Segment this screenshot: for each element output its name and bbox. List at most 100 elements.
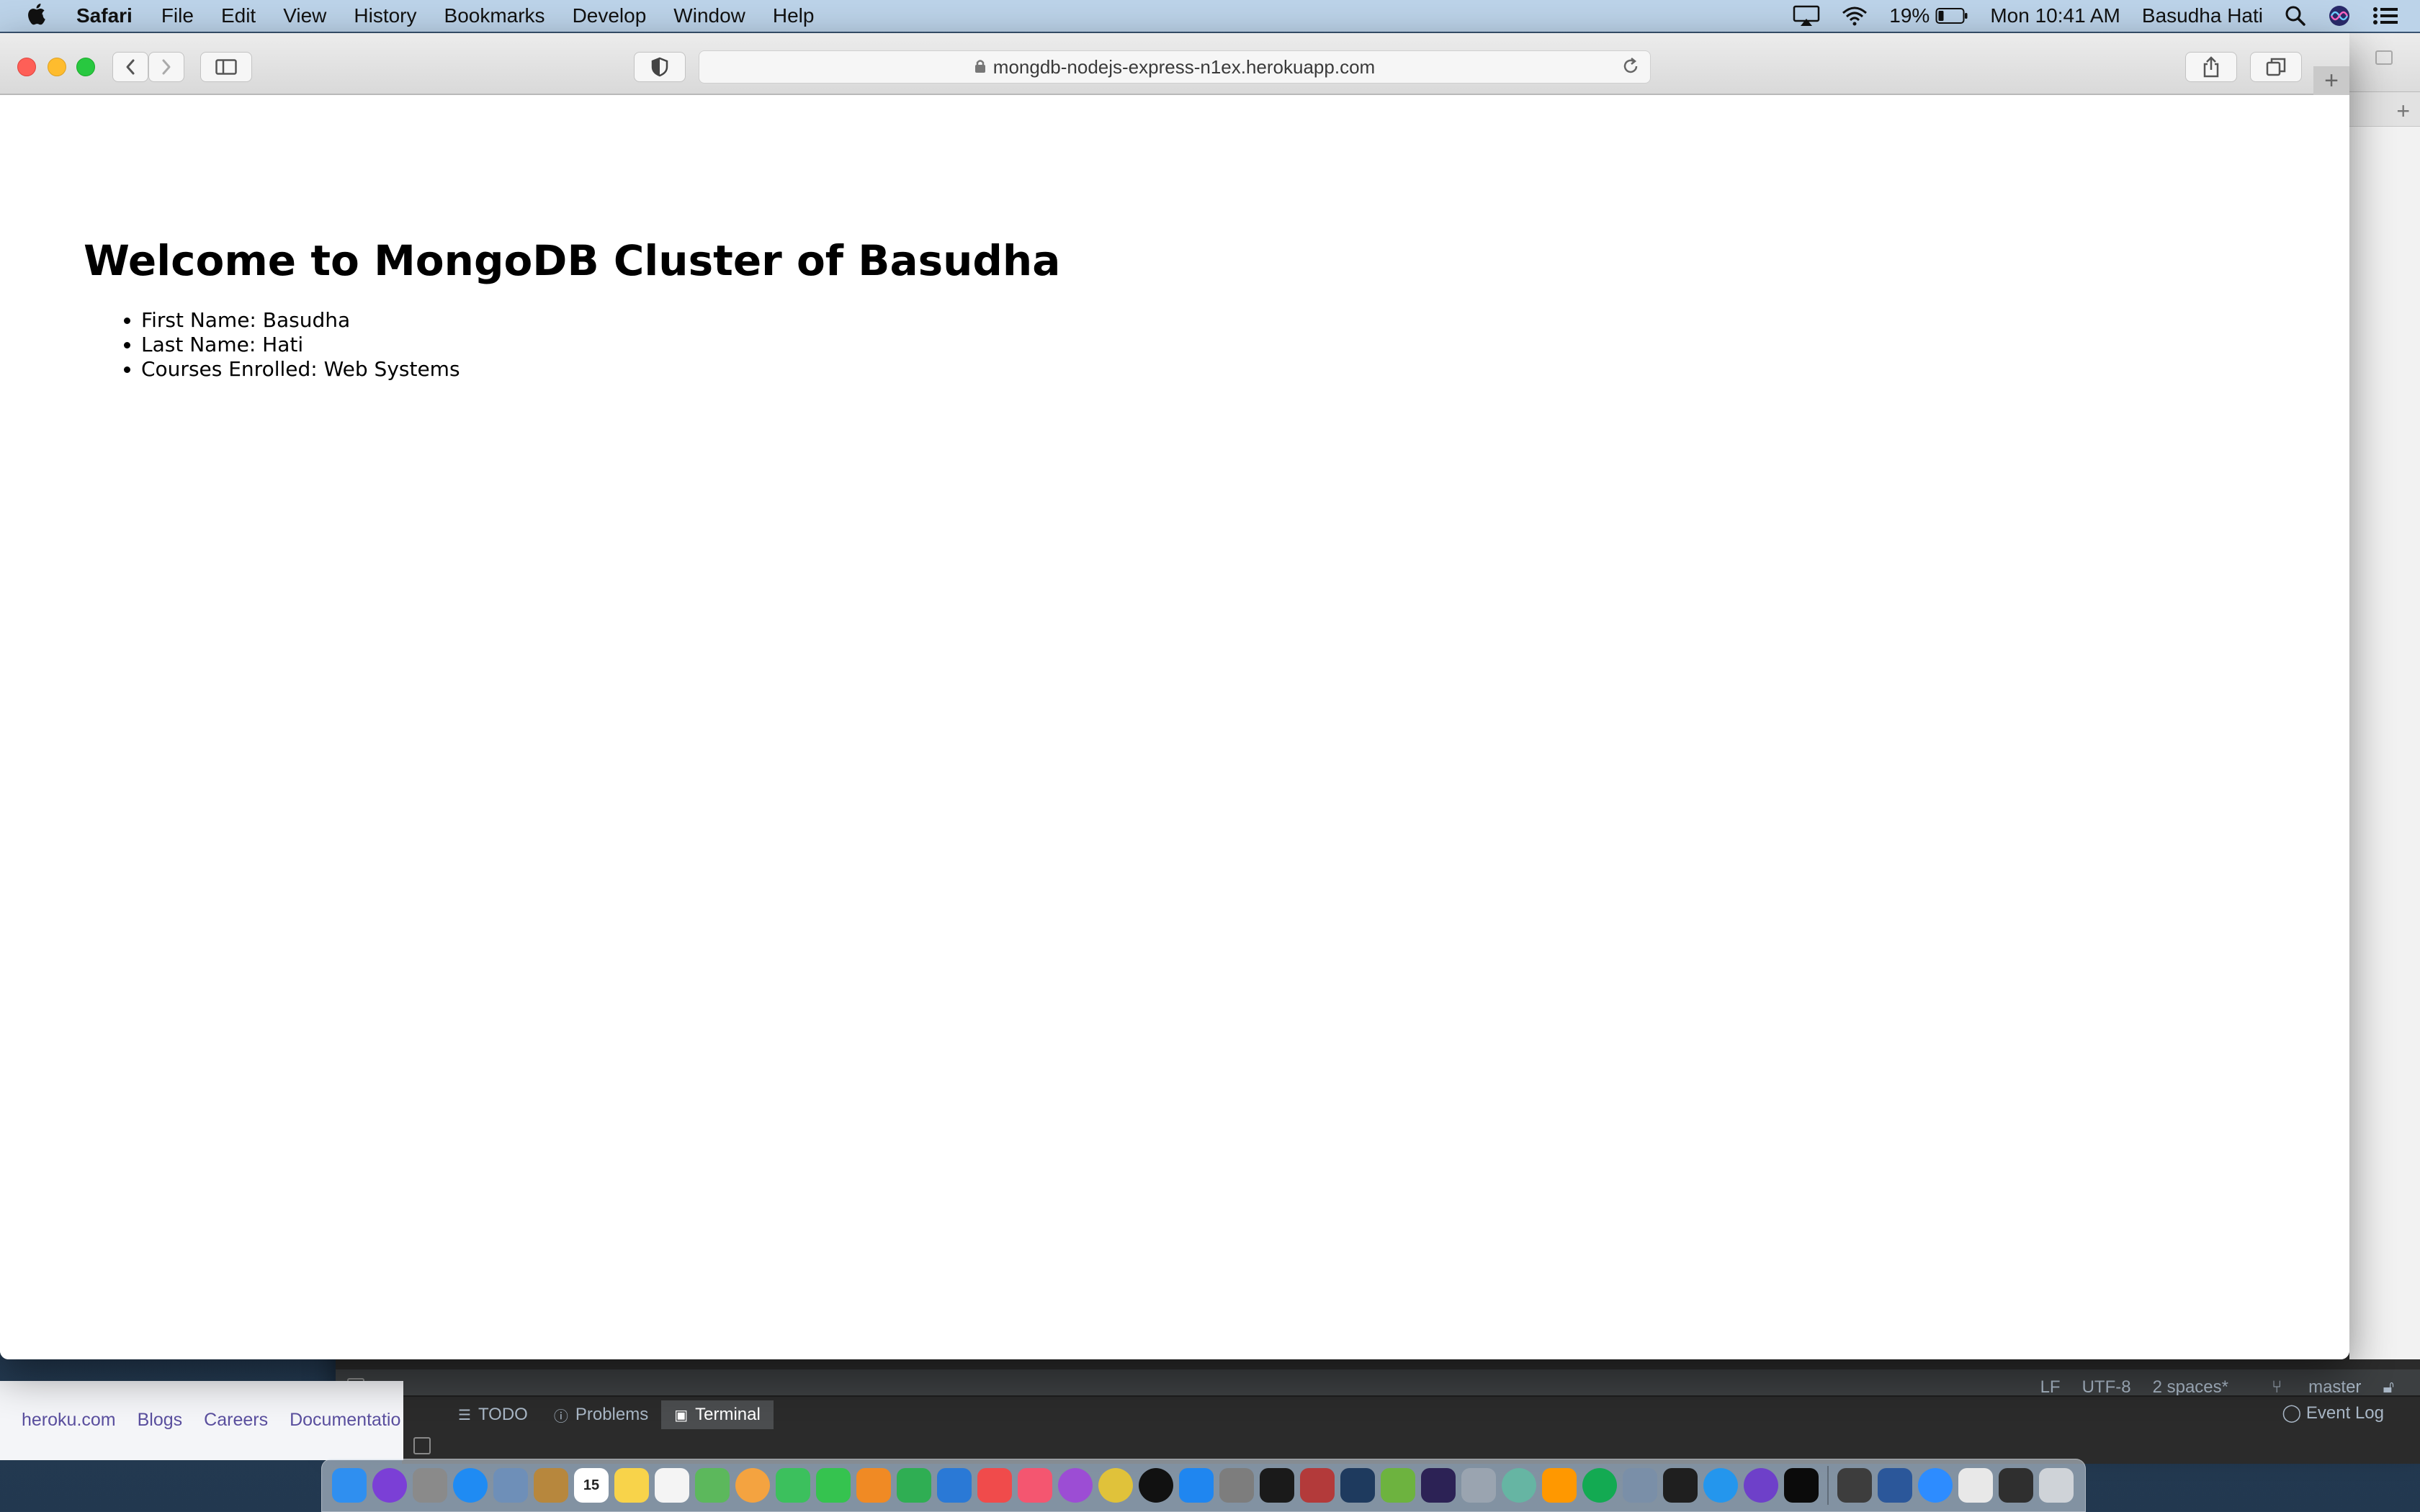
list-item-courses: Courses Enrolled: Web Systems [141, 357, 460, 382]
background-new-tab-icon[interactable]: + [2396, 98, 2410, 125]
menu-view[interactable]: View [283, 4, 326, 27]
menu-help[interactable]: Help [773, 4, 815, 27]
new-tab-button[interactable]: + [2313, 66, 2349, 95]
dock-docker-icon[interactable] [1703, 1468, 1738, 1503]
menubar-status-area: 19% Mon 10:41 AM Basudha Hati [1793, 0, 2420, 32]
dock-terminal-icon[interactable] [1260, 1468, 1294, 1503]
git-branch-icon: ⑂ [2272, 1377, 2287, 1397]
footer-link-documentation[interactable]: Documentatio [290, 1410, 400, 1431]
indent-indicator[interactable]: 2 spaces* [2153, 1377, 2228, 1398]
dock-bbedit-icon[interactable] [1461, 1468, 1496, 1503]
lock-icon[interactable]: 🔓︎ [2383, 1377, 2394, 1398]
menu-edit[interactable]: Edit [221, 4, 256, 27]
back-button[interactable] [112, 52, 148, 82]
dock-finder-icon[interactable] [332, 1468, 367, 1503]
event-log-button[interactable]: ◯ Event Log [2282, 1403, 2384, 1423]
tab-problems-label: Problems [575, 1405, 649, 1424]
dock-safari-icon[interactable] [453, 1468, 488, 1503]
dock-pycharm-icon[interactable] [1663, 1468, 1698, 1503]
notification-center-icon[interactable] [2372, 6, 2398, 26]
battery-icon[interactable] [1935, 7, 1968, 24]
window-close-button[interactable] [17, 58, 36, 76]
dock-github-icon[interactable] [1744, 1468, 1778, 1503]
dock-screen-icon[interactable] [1999, 1468, 2033, 1503]
dock-atom-icon[interactable] [1502, 1468, 1536, 1503]
menu-bookmarks[interactable]: Bookmarks [444, 4, 545, 27]
dock-calendar-icon[interactable]: 15 [574, 1468, 609, 1503]
menubar-user-name[interactable]: Basudha Hati [2142, 4, 2263, 27]
tab-terminal[interactable]: ▣ Terminal [661, 1400, 774, 1429]
forward-button[interactable] [148, 52, 184, 82]
tab-todo[interactable]: ☰ TODO [445, 1400, 541, 1429]
share-button[interactable] [2185, 52, 2237, 82]
dock-document-icon[interactable] [1958, 1468, 1993, 1503]
privacy-report-button[interactable] [634, 52, 686, 82]
dock-music-icon[interactable] [1018, 1468, 1052, 1503]
shield-icon [651, 57, 668, 77]
tab-problems[interactable]: ⓘ Problems [541, 1400, 661, 1429]
git-branch-indicator[interactable]: ⑂ master [2250, 1377, 2361, 1398]
page-title: Welcome to MongoDB Cluster of Basudha [84, 236, 1061, 285]
dock-news-icon[interactable] [977, 1468, 1012, 1503]
safari-window: mongdb-nodejs-express-n1ex.herokuapp.com… [0, 33, 2349, 1359]
dock-maps-icon[interactable] [695, 1468, 730, 1503]
dock-webstorm-icon[interactable] [1784, 1468, 1819, 1503]
spotlight-search-icon[interactable] [2285, 5, 2306, 27]
dock-notes-folder-icon[interactable] [534, 1468, 568, 1503]
dock-numbers-icon[interactable] [897, 1468, 931, 1503]
apple-menu-icon[interactable] [26, 2, 55, 30]
menu-history[interactable]: History [354, 4, 416, 27]
dock-app-store-icon[interactable] [1179, 1468, 1214, 1503]
encoding-indicator[interactable]: UTF-8 [2082, 1377, 2131, 1398]
footer-link-blogs[interactable]: Blogs [138, 1410, 183, 1431]
wifi-icon[interactable] [1842, 6, 1868, 26]
dock-siri-icon[interactable] [372, 1468, 407, 1503]
dock-apple-tv-icon[interactable] [1139, 1468, 1173, 1503]
airplay-icon[interactable] [1793, 5, 1820, 27]
dock-eclipse-icon[interactable] [1421, 1468, 1456, 1503]
dock-reminders-icon[interactable] [655, 1468, 689, 1503]
dock-pages-icon[interactable] [856, 1468, 891, 1503]
dock-messages-icon[interactable] [776, 1468, 810, 1503]
line-ending-indicator[interactable]: LF [2040, 1377, 2061, 1398]
web-page-content: Welcome to MongoDB Cluster of Basudha Fi… [0, 95, 2349, 1359]
footer-link-careers[interactable]: Careers [204, 1410, 268, 1431]
dock-word-icon[interactable] [1878, 1468, 1912, 1503]
menu-window[interactable]: Window [673, 4, 745, 27]
menu-develop[interactable]: Develop [573, 4, 647, 27]
window-minimize-button[interactable] [48, 58, 66, 76]
dock-podcasts-icon[interactable] [1058, 1468, 1093, 1503]
dock-system-preferences-icon[interactable] [1219, 1468, 1254, 1503]
tab-todo-label: TODO [478, 1405, 528, 1424]
dock-facetime-icon[interactable] [816, 1468, 851, 1503]
dock-image-capture-icon[interactable] [1623, 1468, 1657, 1503]
footer-link-heroku[interactable]: heroku.com [22, 1410, 116, 1431]
tab-overview-button[interactable] [2250, 52, 2302, 82]
menu-app-safari[interactable]: Safari [76, 4, 133, 27]
plus-icon: + [2324, 66, 2339, 94]
dock-spring-tools-icon[interactable] [1381, 1468, 1415, 1503]
dock-trash-icon[interactable] [2039, 1468, 2074, 1503]
tab-overview-icon[interactable] [2375, 50, 2393, 65]
ide-front-panel-toggle-icon[interactable] [413, 1437, 431, 1454]
reload-icon[interactable] [1621, 57, 1640, 81]
siri-icon[interactable] [2328, 4, 2351, 27]
dock-dictionary-icon[interactable] [1300, 1468, 1335, 1503]
dock-keynote-icon[interactable] [937, 1468, 972, 1503]
address-bar[interactable]: mongdb-nodejs-express-n1ex.herokuapp.com [699, 50, 1651, 84]
dock-zoom-icon[interactable] [1918, 1468, 1953, 1503]
dock-mongodb-icon[interactable] [1582, 1468, 1617, 1503]
sidebar-toggle-button[interactable] [200, 52, 252, 82]
dock-chrome-icon[interactable] [1098, 1468, 1133, 1503]
dock-notes-icon[interactable] [614, 1468, 649, 1503]
dock-zoom-tool-icon[interactable] [1837, 1468, 1872, 1503]
menubar-clock[interactable]: Mon 10:41 AM [1990, 4, 2120, 27]
dock-mysql-workbench-icon[interactable] [1340, 1468, 1375, 1503]
dock-sublime-icon[interactable] [1542, 1468, 1577, 1503]
menu-file[interactable]: File [161, 4, 194, 27]
dock-preview-icon[interactable] [493, 1468, 528, 1503]
dock-photos-icon[interactable] [735, 1468, 770, 1503]
window-zoom-button[interactable] [76, 58, 95, 76]
dock-launchpad-icon[interactable] [413, 1468, 447, 1503]
list-item-first-name: First Name: Basudha [141, 308, 460, 333]
